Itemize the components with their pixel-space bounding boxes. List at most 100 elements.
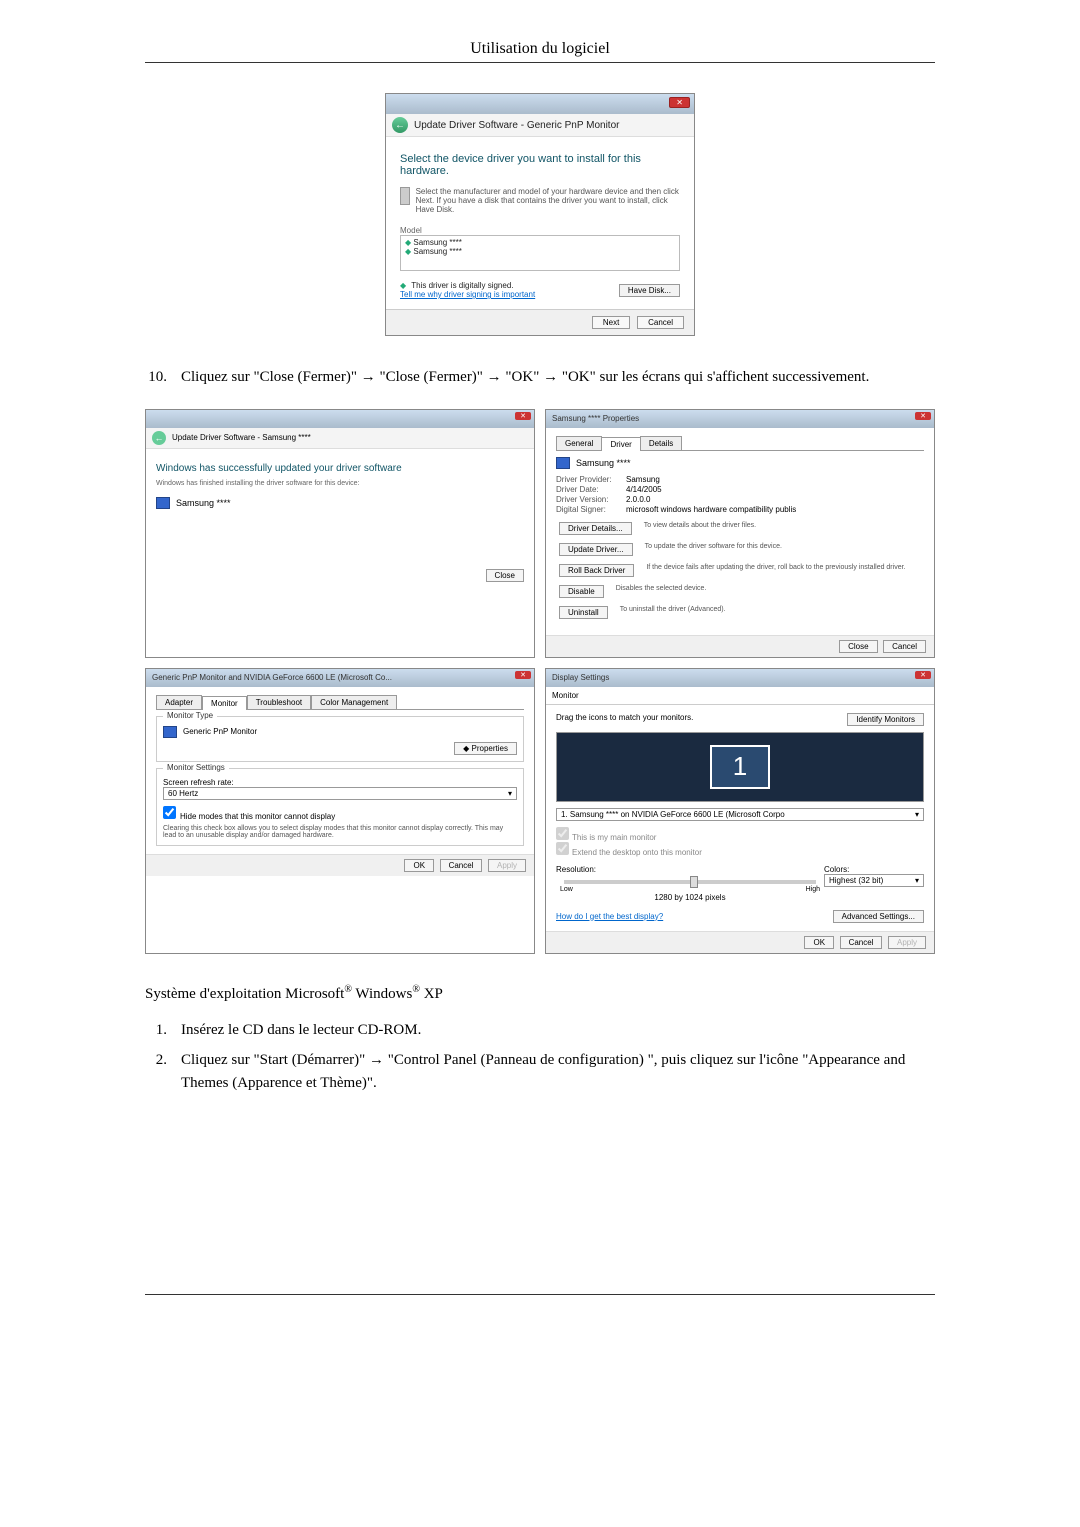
breadcrumb-text: Update Driver Software - Samsung **** [172,433,311,442]
cancel-button[interactable]: Cancel [840,936,883,949]
have-disk-button[interactable]: Have Disk... [619,284,680,297]
tab-color[interactable]: Color Management [311,695,397,709]
signing-link[interactable]: Tell me why driver signing is important [400,290,535,299]
screenshot-grid: ✕ ← Update Driver Software - Samsung ***… [145,409,935,954]
titlebar: ✕ [146,410,534,428]
close-icon[interactable]: ✕ [915,412,931,420]
monitor-name: Generic PnP Monitor [183,727,257,736]
ok-button[interactable]: OK [804,936,834,949]
resolution-value: 1280 by 1024 pixels [556,893,824,902]
back-icon[interactable]: ← [152,431,166,445]
update-success-dialog: ✕ ← Update Driver Software - Samsung ***… [145,409,535,658]
uninstall-button[interactable]: Uninstall [559,606,608,619]
os-heading: Système d'exploitation Microsoft® Window… [145,984,935,1003]
signed-block: ◆ This driver is digitally signed. Tell … [400,281,535,299]
info-row: Select the manufacturer and model of you… [400,187,680,214]
shield-icon: ◆ [400,281,406,290]
instruction-step-10: 10. Cliquez sur "Close (Fermer)" → "Clos… [145,366,935,389]
breadcrumb-row: ← Update Driver Software - Generic PnP M… [386,114,694,137]
step-number: 10. [145,366,167,389]
shield-icon: ◆ [463,744,469,753]
tab-driver[interactable]: Driver [601,437,640,451]
page-footer-line [145,1294,935,1295]
properties-button[interactable]: ◆ Properties [454,742,517,755]
monitor-1-tile[interactable]: 1 [710,745,770,789]
colors-label: Colors: [824,865,924,874]
hide-modes-checkbox[interactable] [163,806,176,819]
close-button[interactable]: Close [486,569,524,582]
back-icon[interactable]: ← [392,117,408,133]
tab-general[interactable]: General [556,436,602,450]
advanced-button[interactable]: Advanced Settings... [833,910,924,923]
next-button[interactable]: Next [592,316,630,329]
resolution-slider[interactable] [564,880,816,884]
drag-text: Drag the icons to match your monitors. [556,713,693,726]
disk-icon [400,187,410,205]
tab-adapter[interactable]: Adapter [156,695,202,709]
rollback-button[interactable]: Roll Back Driver [559,564,634,577]
resolution-label: Resolution: [556,865,824,874]
monitor-select[interactable]: 1. Samsung **** on NVIDIA GeForce 6600 L… [556,808,924,821]
tab-troubleshoot[interactable]: Troubleshoot [247,695,311,709]
close-button[interactable]: Close [839,640,877,653]
cancel-button[interactable]: Cancel [883,640,926,653]
page-title: Utilisation du logiciel [470,40,610,57]
titlebar: Samsung **** Properties ✕ [546,410,934,428]
titlebar: Generic PnP Monitor and NVIDIA GeForce 6… [146,669,534,687]
titlebar: Display Settings ✕ [546,669,934,687]
cancel-button[interactable]: Cancel [637,316,684,329]
tab-monitor[interactable]: Monitor [546,687,934,705]
chevron-down-icon: ▾ [915,810,919,819]
info-text: Select the manufacturer and model of you… [416,187,680,214]
close-icon[interactable]: ✕ [669,97,690,108]
monitor-adapter-dialog: Generic PnP Monitor and NVIDIA GeForce 6… [145,668,535,954]
group-monitor-type: Monitor Type [163,711,217,720]
model-label: Model [400,226,680,235]
monitor-icon [163,726,177,738]
title-text: Samsung **** Properties [552,414,639,423]
device-name: Samsung **** [176,498,231,508]
title-text: Generic PnP Monitor and NVIDIA GeForce 6… [152,673,392,682]
ok-button[interactable]: OK [404,859,434,872]
step-number: 1. [145,1019,167,1042]
success-headline: Windows has successfully updated your dr… [156,463,524,474]
signed-text: This driver is digitally signed. [411,281,513,290]
apply-button[interactable]: Apply [888,936,926,949]
model-list[interactable]: ◆ Samsung **** ◆ Samsung **** [400,235,680,271]
apply-button[interactable]: Apply [488,859,526,872]
extend-desktop-checkbox [556,842,569,855]
identify-button[interactable]: Identify Monitors [847,713,924,726]
close-icon[interactable]: ✕ [515,412,531,420]
display-settings-dialog: Display Settings ✕ Monitor Drag the icon… [545,668,935,954]
monitor-icon [156,497,170,509]
instruction-step-1: 1. Insérez le CD dans le lecteur CD-ROM. [145,1019,935,1042]
monitor-icon [556,457,570,469]
close-icon[interactable]: ✕ [515,671,531,679]
titlebar: ✕ [386,94,694,114]
dialog-headline: Select the device driver you want to ins… [400,153,680,177]
update-driver-button[interactable]: Update Driver... [559,543,633,556]
refresh-rate-select[interactable]: 60 Hertz ▾ [163,787,517,800]
tab-details[interactable]: Details [640,436,682,450]
model-item: ◆ Samsung **** [405,238,675,247]
breadcrumb-text: Update Driver Software - Generic PnP Mon… [414,120,619,131]
main-monitor-checkbox [556,827,569,840]
close-icon[interactable]: ✕ [915,671,931,679]
monitor-preview[interactable]: 1 [556,732,924,802]
driver-details-button[interactable]: Driver Details... [559,522,632,535]
step-text: Insérez le CD dans le lecteur CD-ROM. [181,1019,935,1042]
device-name: Samsung **** [576,458,631,468]
driver-select-dialog: ✕ ← Update Driver Software - Generic PnP… [385,93,695,336]
chevron-down-icon: ▾ [915,876,919,885]
disable-button[interactable]: Disable [559,585,604,598]
refresh-label: Screen refresh rate: [163,778,517,787]
step-text: Cliquez sur "Start (Démarrer)" → "Contro… [181,1049,935,1094]
registered-icon: ® [412,984,420,995]
tab-monitor[interactable]: Monitor [202,696,247,710]
colors-select[interactable]: Highest (32 bit) ▾ [824,874,924,887]
help-link[interactable]: How do I get the best display? [556,912,663,921]
device-properties-dialog: Samsung **** Properties ✕ General Driver… [545,409,935,658]
cancel-button[interactable]: Cancel [440,859,483,872]
title-text: Display Settings [552,673,609,682]
step-number: 2. [145,1049,167,1094]
